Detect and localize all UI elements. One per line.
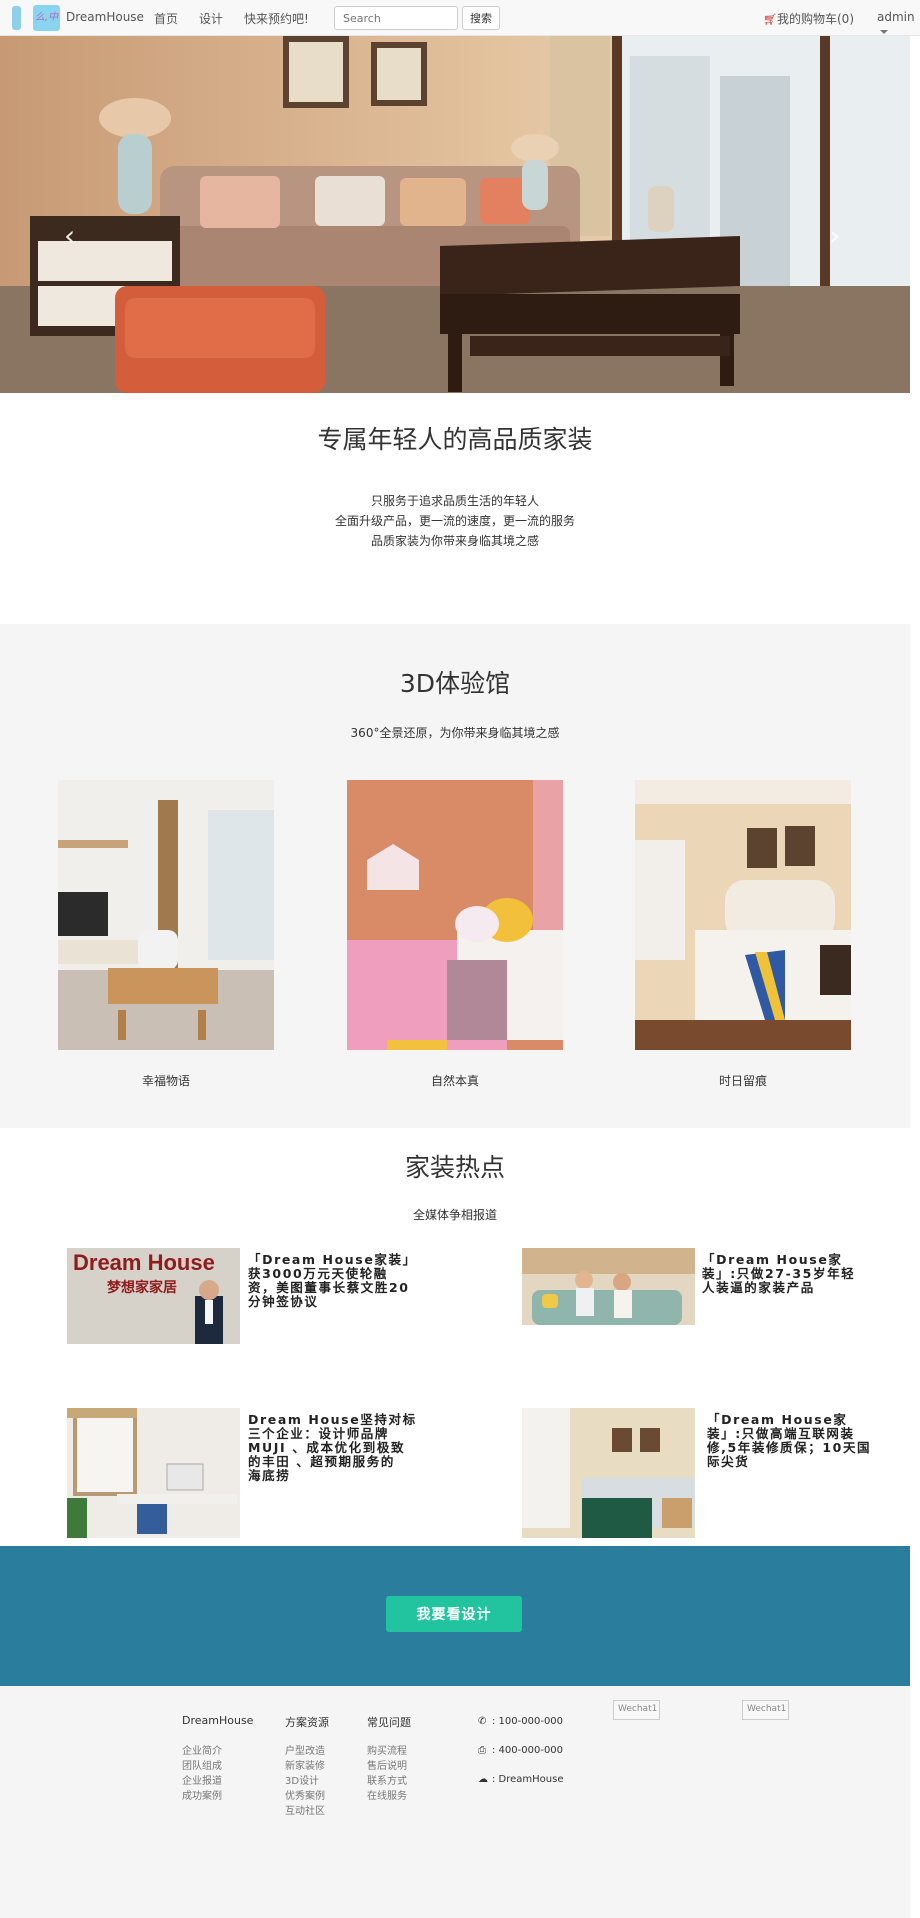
- cta-band: 我要看设计: [0, 1546, 910, 1686]
- news-line: 资，美图董事长蔡文胜20: [248, 1280, 410, 1295]
- hero-living-room-image: [0, 36, 910, 393]
- brand-logo[interactable]: 么,中: [33, 5, 60, 31]
- intro-line: 品质家装为你带来身临其境之感: [370, 534, 539, 548]
- hero-carousel: ‹ ›: [0, 36, 910, 393]
- gallery-card-image[interactable]: [635, 780, 851, 1050]
- footer-link[interactable]: 在线服务: [367, 1787, 407, 1802]
- cart-label: 我的购物车(0): [777, 12, 854, 26]
- user-menu[interactable]: admin: [877, 10, 920, 38]
- footer-column-title: 方案资源: [285, 1716, 329, 1729]
- footer-link[interactable]: 联系方式: [367, 1772, 407, 1787]
- gallery-section: 3D体验馆 360°全景还原，为你带来身临其境之感 幸福物语 自然本真 时日留痕: [0, 624, 910, 1128]
- news-line: MUJI 、成本优化到极致: [248, 1440, 406, 1455]
- wechat-qr-image: Wechat1: [742, 1700, 790, 1720]
- nav-link-booking[interactable]: 快来预约吧!: [244, 10, 309, 27]
- footer-link[interactable]: 企业简介: [182, 1742, 222, 1757]
- intro-title: 专属年轻人的高品质家装: [317, 425, 593, 454]
- gallery-card-label[interactable]: 时日留痕: [635, 1072, 851, 1089]
- wechat-icon: ☁: [478, 1774, 488, 1785]
- footer-link[interactable]: 优秀案例: [285, 1787, 325, 1802]
- news-line: 修,5年装修质保；10天国: [707, 1440, 872, 1455]
- news-headline[interactable]: Dream House坚持对标 三个企业：设计师品牌 MUJI 、成本优化到极致…: [248, 1413, 417, 1483]
- news-headline[interactable]: 「Dream House家 装」:只做27-35岁年轻 人装逼的家装产品: [702, 1253, 855, 1295]
- chevron-down-icon: [880, 29, 888, 34]
- news-thumbnail[interactable]: [67, 1408, 240, 1538]
- news-line: 海底捞: [248, 1468, 291, 1483]
- cart-link[interactable]: 🛒︎我的购物车(0): [763, 10, 854, 27]
- news-line: 获3000万元天使轮融: [248, 1266, 388, 1281]
- news-line: 分钟签协议: [248, 1294, 319, 1309]
- gallery-card-image[interactable]: [347, 780, 563, 1050]
- gallery-title: 3D体验馆: [399, 669, 511, 698]
- footer-column-title: DreamHouse: [182, 1714, 254, 1727]
- footer-link[interactable]: 购买流程: [367, 1742, 407, 1757]
- footer-contact: ✆ : 100-000-000: [478, 1716, 563, 1727]
- search-button[interactable]: 搜索: [462, 6, 500, 30]
- news-thumbnail[interactable]: [522, 1408, 695, 1538]
- gallery-subtitle: 360°全景还原，为你带来身临其境之感: [350, 726, 560, 740]
- news-line: 装」:只做27-35岁年轻: [702, 1266, 856, 1281]
- news-line: Dream House坚持对标: [248, 1412, 417, 1427]
- cart-icon: 🛒︎: [763, 13, 777, 26]
- news-line: 「Dream House家: [702, 1252, 843, 1267]
- intro-line: 只服务于追求品质生活的年轻人: [370, 494, 539, 508]
- brand-name[interactable]: DreamHouse: [66, 10, 144, 24]
- footer-column-title: 常见问题: [367, 1716, 411, 1729]
- footer-link[interactable]: 新家装修: [285, 1757, 325, 1772]
- carousel-next-arrow-icon[interactable]: ›: [829, 222, 840, 250]
- carousel-prev-arrow-icon[interactable]: ‹: [64, 222, 75, 250]
- footer-contact-text: : DreamHouse: [492, 1774, 564, 1785]
- news-line: 人装逼的家装产品: [702, 1280, 815, 1295]
- view-design-button[interactable]: 我要看设计: [386, 1596, 522, 1632]
- news-subtitle: 全媒体争相报道: [412, 1208, 497, 1222]
- footer-link[interactable]: 成功案例: [182, 1787, 222, 1802]
- footer: DreamHouse 企业简介 团队组成 企业报道 成功案例 方案资源 户型改造…: [0, 1686, 910, 1918]
- news-line: 「Dream House家装」: [248, 1252, 417, 1267]
- gallery-card-label[interactable]: 自然本真: [347, 1072, 563, 1089]
- wechat-qr-image: Wechat1: [613, 1700, 661, 1720]
- news-line: 「Dream House家: [707, 1412, 848, 1427]
- gallery-card-image[interactable]: [58, 780, 274, 1050]
- footer-contact: ☁ : DreamHouse: [478, 1774, 564, 1785]
- news-thumbnail[interactable]: [522, 1248, 695, 1325]
- nav-toggle-stub[interactable]: [12, 6, 21, 30]
- footer-link[interactable]: 售后说明: [367, 1757, 407, 1772]
- top-navbar: 么,中 DreamHouse 首页 设计 快来预约吧! 搜索 🛒︎我的购物车(0…: [0, 0, 920, 36]
- phone-icon: ✆: [478, 1716, 487, 1727]
- footer-link[interactable]: 企业报道: [182, 1772, 222, 1787]
- footer-link[interactable]: 互动社区: [285, 1802, 325, 1817]
- news-banner-title: Dream House: [73, 1250, 215, 1275]
- nav-link-design[interactable]: 设计: [199, 10, 223, 27]
- intro-line: 全面升级产品，更一流的速度，更一流的服务: [334, 514, 575, 528]
- gallery-card-label[interactable]: 幸福物语: [58, 1072, 274, 1089]
- footer-link[interactable]: 团队组成: [182, 1757, 222, 1772]
- footer-contact-text: : 100-000-000: [492, 1716, 564, 1727]
- news-headline[interactable]: 「Dream House家装」 获3000万元天使轮融 资，美图董事长蔡文胜20…: [248, 1253, 417, 1309]
- footer-contact-text: : 400-000-000: [492, 1745, 564, 1756]
- user-name: admin: [877, 10, 915, 24]
- news-line: 际尖货: [707, 1454, 750, 1469]
- nav-link-home[interactable]: 首页: [154, 10, 178, 27]
- news-thumbnail[interactable]: Dream House 梦想家家居: [67, 1248, 240, 1344]
- footer-link[interactable]: 户型改造: [285, 1742, 325, 1757]
- news-line: 装」:只做高端互联网装: [707, 1426, 855, 1441]
- footer-contact: ⎙ : 400-000-000: [478, 1745, 563, 1756]
- news-headline[interactable]: 「Dream House家 装」:只做高端互联网装 修,5年装修质保；10天国 …: [707, 1413, 871, 1469]
- footer-link[interactable]: 3D设计: [285, 1772, 319, 1787]
- fax-icon: ⎙: [478, 1745, 486, 1756]
- news-line: 的丰田 、超预期服务的: [248, 1454, 395, 1469]
- news-banner-subtitle: 梦想家家居: [107, 1280, 177, 1296]
- news-title: 家装热点: [404, 1153, 505, 1182]
- search-input[interactable]: [334, 6, 458, 30]
- news-line: 三个企业：设计师品牌: [248, 1426, 390, 1441]
